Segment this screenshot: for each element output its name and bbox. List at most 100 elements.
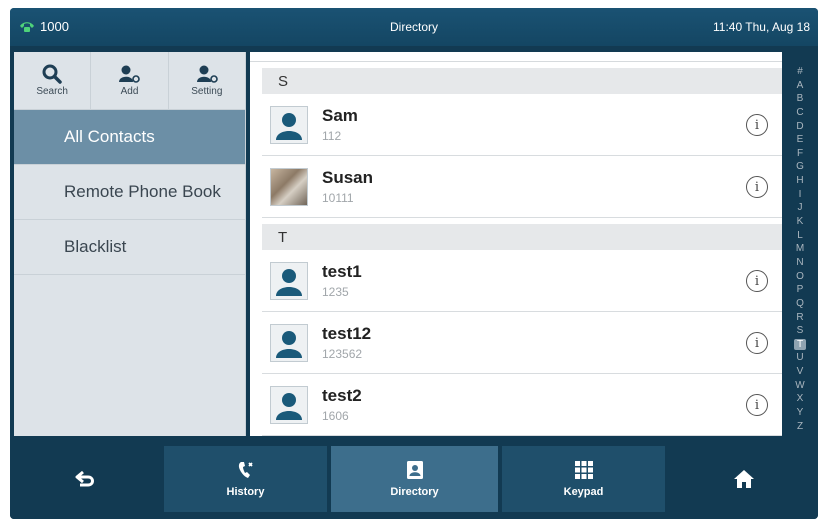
avatar [270,323,308,362]
avatar [270,261,308,300]
menu-item-remote-phone-book[interactable]: Remote Phone Book [14,165,245,220]
directory-button[interactable]: Directory [331,446,498,512]
alphabet-letter[interactable]: M [796,243,804,254]
alphabet-letter[interactable]: K [797,216,804,227]
contact-name: test1 [322,262,362,281]
contact-number: 1606 [322,409,349,423]
keypad-button[interactable]: Keypad [502,446,665,512]
history-button[interactable]: History [164,446,327,512]
contact-photo [271,168,307,205]
history-icon [238,462,253,478]
alphabet-letter[interactable]: Q [796,298,804,309]
alphabet-letter[interactable]: A [797,80,804,91]
alphabet-letter[interactable]: J [798,202,803,213]
back-icon [75,470,94,487]
search-button[interactable]: Search [14,52,90,109]
avatar [270,167,308,206]
contact-row[interactable]: test2 1606 i [262,374,782,436]
alphabet-letter[interactable]: F [797,148,803,159]
contact-name: test2 [322,386,362,405]
contact-row[interactable]: test12 123562 i [262,312,782,374]
contact-settings-icon [196,65,218,83]
group-header-t: T [262,224,782,250]
info-icon[interactable]: i [746,332,768,354]
person-icon [276,112,302,140]
alphabet-letter[interactable]: T [794,338,806,350]
alphabet-letter[interactable]: S [797,325,804,336]
history-label: History [226,486,265,498]
person-icon [276,268,302,296]
alphabet-letter[interactable]: X [797,393,804,404]
list-divider [250,52,782,62]
contact-name: test12 [322,324,372,343]
setting-label: Setting [191,86,223,97]
alphabet-letter[interactable]: Z [797,421,803,432]
datetime: 11:40 Thu, Aug 18 [713,20,810,34]
alphabet-letter[interactable]: Y [797,407,804,418]
alphabet-letter[interactable]: I [799,189,802,200]
search-label: Search [36,86,68,97]
info-icon[interactable]: i [746,270,768,292]
alphabet-letter[interactable]: R [796,312,803,323]
contact-text: Sam 112 [322,106,358,143]
contact-row[interactable]: Susan 10111 i [262,156,782,218]
contact-number: 10111 [322,191,354,205]
contact-row[interactable]: Sam 112 i [262,94,782,156]
alphabet-letter[interactable]: H [796,175,803,186]
alphabet-letter[interactable]: U [796,352,803,363]
menu-item-all-contacts[interactable]: All Contacts [14,110,245,165]
menu-item-label: Remote Phone Book [64,182,221,201]
alphabet-letter[interactable]: W [795,380,804,391]
contact-number: 123562 [322,347,363,361]
alphabet-letter[interactable]: G [796,161,804,172]
keypad-icon [574,461,593,479]
alphabet-letter[interactable]: C [796,107,803,118]
menu-item-label: Blacklist [64,237,127,256]
alphabet-letter[interactable]: # [797,66,803,77]
search-icon [42,64,62,84]
contact-name: Sam [322,106,358,125]
sidebar: Search Add Setting All Contacts Remote P… [14,52,246,436]
alphabet-letter[interactable]: O [796,271,804,282]
bottom-nav: History Directory Keypad [10,440,818,519]
info-icon[interactable]: i [746,394,768,416]
person-icon [276,330,302,358]
alphabet-letter[interactable]: P [797,284,804,295]
alphabet-letter[interactable]: L [797,230,803,241]
setting-button[interactable]: Setting [167,52,245,109]
phone-screen: 1000 Directory 11:40 Thu, Aug 18 Search [10,8,818,519]
avatar [270,105,308,144]
directory-toolbar: Search Add Setting [14,52,245,110]
info-icon[interactable]: i [746,114,768,136]
alphabet-letter[interactable]: N [796,257,803,268]
contact-text: test12 123562 [322,324,371,361]
add-button[interactable]: Add [90,52,167,109]
add-label: Add [120,86,139,97]
contact-number: 112 [322,129,342,143]
menu-item-blacklist[interactable]: Blacklist [14,220,245,275]
contact-list[interactable]: S Sam 112 i Susan 10111 i T test1 1235 i… [250,52,782,436]
main-content: Search Add Setting All Contacts Remote P… [10,48,818,440]
alphabet-letter[interactable]: V [797,366,804,377]
directory-label: Directory [390,486,439,498]
directory-icon [406,461,423,479]
person-icon [276,392,302,420]
contact-text: Susan 10111 [322,168,373,205]
contact-text: test1 1235 [322,262,362,299]
home-icon [733,470,754,488]
add-contact-icon [119,65,141,83]
contact-row[interactable]: test1 1235 i [262,250,782,312]
back-button[interactable] [10,446,160,512]
contact-name: Susan [322,168,374,187]
screen-title: Directory [389,20,438,34]
alphabet-letter[interactable]: D [796,121,803,132]
contact-text: test2 1606 [322,386,362,423]
info-icon[interactable]: i [746,176,768,198]
alphabet-letter[interactable]: B [797,93,804,104]
keypad-label: Keypad [563,486,604,498]
alphabet-letter[interactable]: E [797,134,804,145]
group-header-s: S [262,68,782,94]
avatar [270,385,308,424]
alphabet-index[interactable]: # A B C D E F G H I J K L M N O P Q R S T U V W X Y Z [790,66,810,432]
home-button[interactable] [669,446,818,512]
